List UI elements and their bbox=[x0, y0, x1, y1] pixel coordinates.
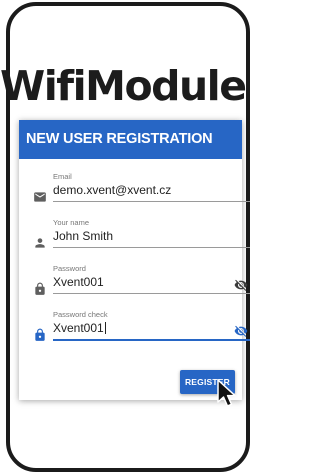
password-check-input[interactable]: Xvent001 bbox=[53, 321, 106, 335]
card-header: NEW USER REGISTRATION bbox=[19, 120, 242, 159]
registration-card: NEW USER REGISTRATION Email demo.xvent@x… bbox=[19, 120, 250, 400]
name-input[interactable]: John Smith bbox=[53, 229, 113, 243]
name-label: Your name bbox=[53, 218, 89, 227]
email-input[interactable]: demo.xvent@xvent.cz bbox=[53, 183, 171, 197]
password-check-underline bbox=[53, 339, 250, 341]
email-icon bbox=[34, 192, 46, 202]
password-check-value: Xvent001 bbox=[53, 321, 104, 335]
eye-off-icon[interactable] bbox=[233, 278, 249, 292]
email-underline bbox=[53, 201, 250, 202]
email-label: Email bbox=[53, 172, 72, 181]
eye-off-icon[interactable] bbox=[233, 324, 249, 338]
person-icon bbox=[35, 238, 45, 248]
app-title: WifiModule bbox=[0, 62, 247, 110]
mouse-pointer-icon bbox=[217, 379, 236, 407]
lock-icon bbox=[35, 328, 45, 341]
password-input[interactable]: Xvent001 bbox=[53, 275, 104, 289]
password-underline bbox=[53, 293, 250, 294]
name-underline bbox=[53, 247, 250, 248]
text-cursor bbox=[104, 322, 106, 334]
lock-icon bbox=[35, 282, 45, 295]
password-check-label: Password check bbox=[53, 310, 108, 319]
password-label: Password bbox=[53, 264, 86, 273]
